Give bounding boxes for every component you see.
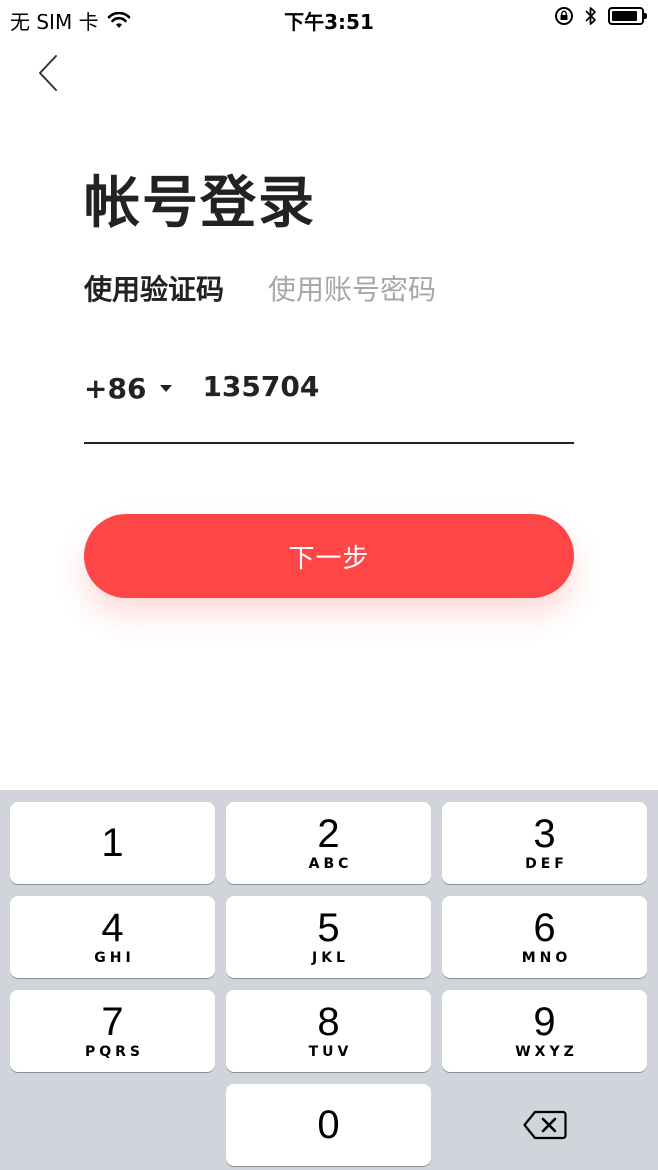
key-5[interactable]: 5 JKL <box>226 896 431 978</box>
key-letters: PQRS <box>84 1044 145 1060</box>
key-3[interactable]: 3 DEF <box>442 802 647 884</box>
status-right <box>554 6 647 26</box>
key-number: 9 <box>533 1000 556 1044</box>
key-letters: GHI <box>94 950 135 966</box>
phone-field-row: +86 <box>84 368 574 444</box>
numeric-keyboard: 1 2 ABC 3 DEF 4 GHI 5 JKL 6 MNO 7 PQRS 8… <box>0 790 658 1170</box>
key-6[interactable]: 6 MNO <box>442 896 647 978</box>
status-bar: 无 SIM 卡 下午3:51 <box>0 0 658 38</box>
delete-key[interactable] <box>440 1084 650 1166</box>
key-1[interactable]: 1 <box>10 802 215 884</box>
bluetooth-icon <box>585 7 596 25</box>
backspace-icon <box>523 1110 567 1140</box>
login-method-tabs: 使用验证码 使用账号密码 <box>84 268 436 308</box>
key-7[interactable]: 7 PQRS <box>10 990 215 1072</box>
next-button[interactable]: 下一步 <box>84 514 574 598</box>
key-letters: DEF <box>525 856 568 872</box>
key-number: 0 <box>317 1103 340 1147</box>
tab-account-password[interactable]: 使用账号密码 <box>268 268 436 308</box>
phone-input[interactable] <box>202 368 543 404</box>
key-number: 1 <box>101 821 124 865</box>
battery-icon <box>608 7 647 25</box>
key-2[interactable]: 2 ABC <box>226 802 431 884</box>
key-number: 8 <box>317 1000 340 1044</box>
key-number: 2 <box>317 812 340 856</box>
country-code-value: +86 <box>84 372 147 405</box>
key-letters: MNO <box>521 950 572 966</box>
key-0[interactable]: 0 <box>226 1084 431 1166</box>
key-letters: WXYZ <box>515 1044 578 1060</box>
back-button[interactable] <box>28 52 68 96</box>
key-number: 4 <box>101 906 124 950</box>
tab-verification-code[interactable]: 使用验证码 <box>84 268 224 308</box>
country-code-selector[interactable]: +86 <box>84 372 173 405</box>
chevron-left-icon <box>39 55 57 91</box>
caret-down-icon <box>160 385 173 392</box>
key-letters: TUV <box>308 1044 353 1060</box>
key-letters: JKL <box>312 950 349 966</box>
key-number: 3 <box>533 812 556 856</box>
key-number: 6 <box>533 906 556 950</box>
login-screen: 无 SIM 卡 下午3:51 帐号登录 使用验证码 使用账号密码 +86 135… <box>0 0 658 1170</box>
key-number: 7 <box>101 1000 124 1044</box>
page-title: 帐号登录 <box>84 171 316 236</box>
key-letters: ABC <box>308 856 353 872</box>
key-9[interactable]: 9 WXYZ <box>442 990 647 1072</box>
key-number: 5 <box>317 906 340 950</box>
orientation-lock-icon <box>555 7 573 25</box>
key-4[interactable]: 4 GHI <box>10 896 215 978</box>
key-8[interactable]: 8 TUV <box>226 990 431 1072</box>
battery-fill <box>612 11 637 21</box>
